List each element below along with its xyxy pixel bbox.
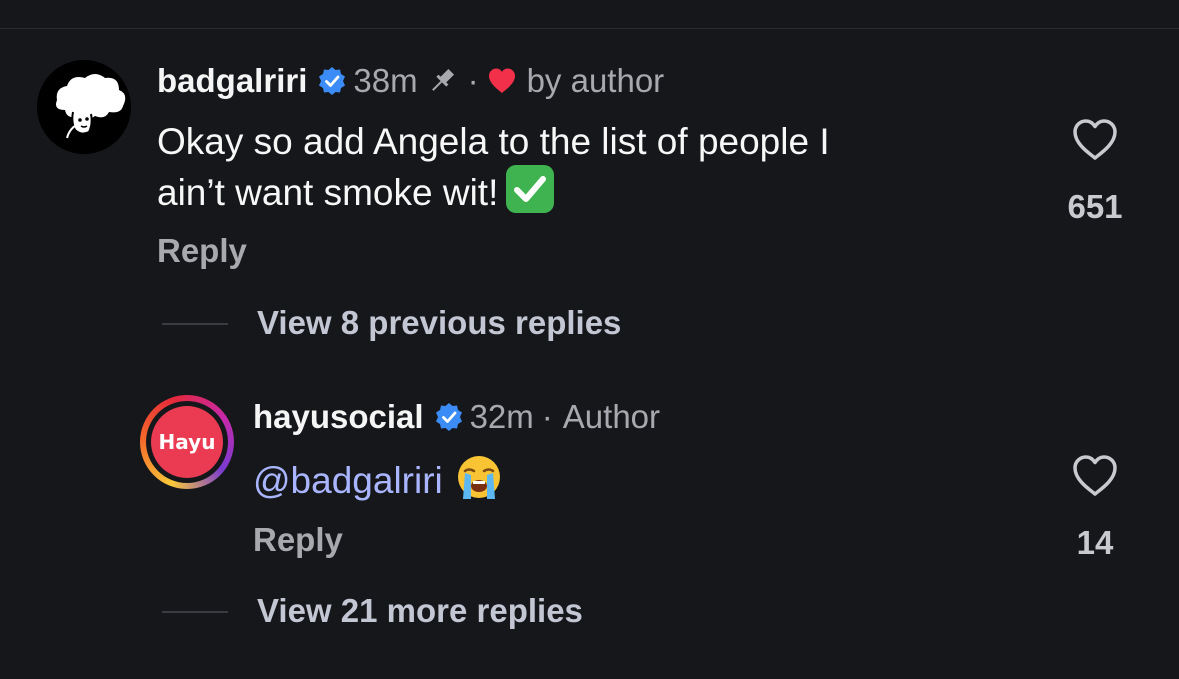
comment-2-username[interactable]: hayusocial: [253, 398, 424, 436]
check-mark-emoji-icon: [506, 165, 555, 213]
comment-1-text: Okay so add Angela to the list of people…: [157, 118, 830, 216]
comment-2-like-icon[interactable]: [1071, 454, 1119, 498]
mention-link[interactable]: @badgalriri: [253, 460, 443, 501]
view-previous-replies-button[interactable]: View 8 previous replies: [257, 304, 621, 342]
comment-1-time: 38m: [353, 62, 418, 99]
liked-by-author-label: by author: [526, 62, 665, 99]
comment-2-time: 32m: [469, 398, 534, 435]
thread-line: [162, 611, 228, 613]
comment-1-like-icon[interactable]: [1071, 118, 1119, 162]
heart-filled-icon: [488, 68, 515, 93]
avatar-badgalriri[interactable]: [37, 60, 131, 154]
comment-1-header: badgalriri 38m · by author: [157, 62, 664, 100]
avatar-ring-gap: Hayu: [146, 401, 228, 483]
comment-1-text-line-1: Okay so add Angela to the list of people…: [157, 121, 830, 162]
author-badge: Author: [562, 398, 661, 435]
comment-2-like-count: 14: [1076, 524, 1114, 561]
comment-2-text: @badgalriri: [253, 453, 503, 504]
view-more-replies-button[interactable]: View 21 more replies: [257, 592, 583, 630]
thread-line: [162, 323, 228, 325]
verified-badge-icon: [319, 67, 346, 95]
comment-1-text-line-2-text: ain’t want smoke wit!: [157, 172, 499, 213]
avatar-illustration: [37, 60, 131, 154]
comment-2-header: hayusocial 32m · Author: [253, 398, 660, 436]
separator-dot: ·: [541, 398, 553, 435]
comment-2-reply-button[interactable]: Reply: [253, 521, 343, 559]
avatar-hayusocial[interactable]: Hayu: [140, 395, 234, 489]
hayu-logo: Hayu: [151, 406, 223, 478]
pin-icon: [431, 68, 454, 91]
comment-1-text-line-2: ain’t want smoke wit!: [157, 165, 830, 216]
verified-badge-icon: [435, 403, 462, 431]
separator-dot: ·: [467, 62, 479, 99]
top-divider: [0, 28, 1179, 29]
comment-1-reply-button[interactable]: Reply: [157, 232, 247, 270]
comment-1-like-count: 651: [1067, 188, 1123, 225]
comment-1-username[interactable]: badgalriri: [157, 62, 307, 100]
loudly-crying-face-emoji-icon: [457, 456, 500, 499]
